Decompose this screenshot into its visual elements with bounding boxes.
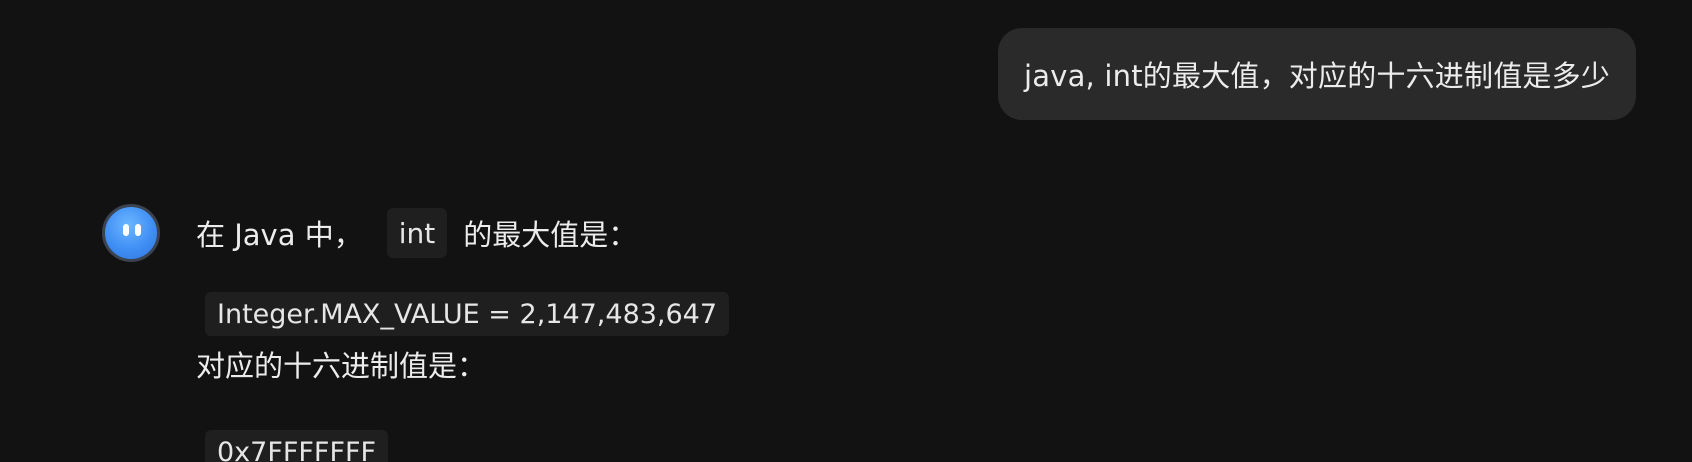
inline-code-int: int (386, 208, 448, 258)
intro-suffix: 的最大值是： (463, 218, 638, 252)
assistant-message-content: 在 Java 中， int 的最大值是： Integer.MAX_VALUE =… (196, 204, 730, 462)
hex-label: 对应的十六进制值是： (196, 349, 487, 383)
user-message-bubble: java, int的最大值，对应的十六进制值是多少 (997, 28, 1636, 120)
hex-value-code: 0x7FFFFFFF (205, 430, 389, 462)
user-message-row: java, int的最大值，对应的十六进制值是多少 (997, 28, 1636, 120)
assistant-message-row: 在 Java 中， int 的最大值是： Integer.MAX_VALUE =… (102, 204, 730, 462)
intro-line: 在 Java 中， int 的最大值是： (196, 204, 729, 262)
avatar-right-eye (135, 224, 141, 236)
avatar-left-eye (123, 224, 129, 236)
chat-area: java, int的最大值，对应的十六进制值是多少 在 Java 中， int … (0, 0, 1692, 462)
max-value-code: Integer.MAX_VALUE = 2,147,483,647 (205, 292, 730, 336)
assistant-avatar-icon (102, 204, 160, 262)
intro-prefix: 在 Java 中， (196, 218, 363, 252)
